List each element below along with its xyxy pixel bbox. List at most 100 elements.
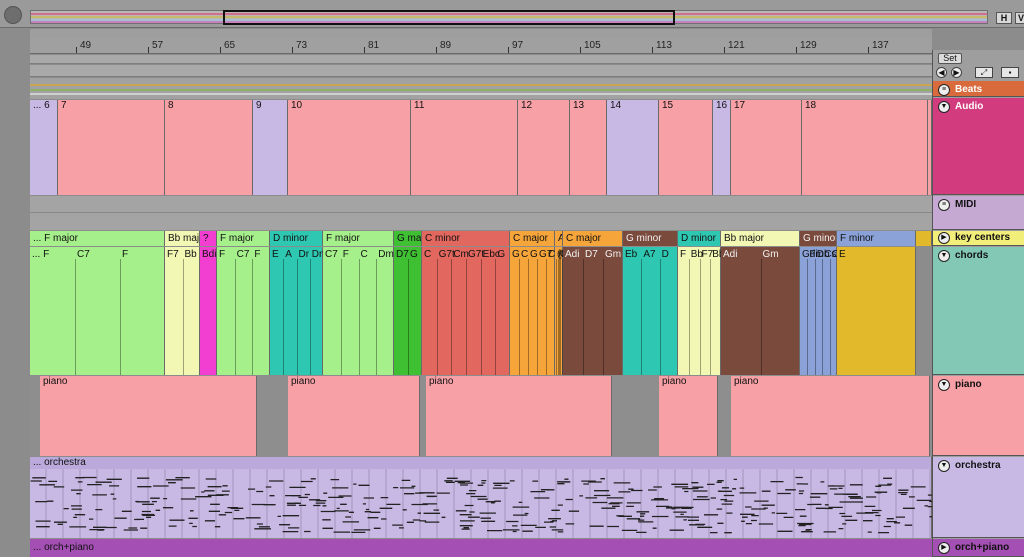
key-center-clip[interactable]: F minor <box>837 231 916 246</box>
ruler-tick <box>580 47 581 53</box>
key-center-clip[interactable]: ? <box>200 231 217 246</box>
chord-clip[interactable]: E A Dr Dm <box>270 247 327 375</box>
track-header-key-centers[interactable]: ▶ key centers <box>933 231 1024 246</box>
chord-divider <box>699 259 701 375</box>
audio-clip[interactable]: 15 <box>659 100 713 195</box>
audio-clip[interactable]: 10 <box>288 100 411 195</box>
audio-clip[interactable]: ... 6 <box>30 100 58 195</box>
v-toggle-button[interactable]: V <box>1015 12 1024 24</box>
key-center-clip[interactable]: F major <box>323 231 394 246</box>
clip-label: piano <box>43 376 68 387</box>
bar-ruler[interactable]: 49 57 65 73 81 89 97 105 113 121 129 137 <box>30 38 932 54</box>
key-center-clip[interactable]: D minor <box>270 231 323 246</box>
chord-clip[interactable]: D7 G <box>394 247 422 375</box>
clip-label: Bb major <box>724 233 765 244</box>
piano-clip[interactable]: piano <box>659 376 718 456</box>
chord-clip[interactable]: C G7t Cm G7t Ebc G <box>422 247 510 375</box>
audio-clip[interactable]: 11 <box>411 100 518 195</box>
group-icon[interactable]: ≡ <box>938 84 950 96</box>
clip-label: Bb major <box>168 233 199 244</box>
key-center-clip[interactable]: A <box>555 231 563 246</box>
key-center-clip[interactable]: D minor <box>678 231 721 246</box>
lock-icon[interactable]: ▪ <box>1001 67 1019 78</box>
audio-clip[interactable]: 12 <box>518 100 570 195</box>
chord-clip[interactable]: Eb A7 D <box>623 247 678 375</box>
track-header-beats[interactable]: ≡ Beats <box>933 81 1024 97</box>
arrow-left-icon[interactable]: ◀ <box>936 67 947 78</box>
clip-label: G maj <box>397 233 421 244</box>
key-center-clip[interactable]: Bb major <box>165 231 200 246</box>
arrow-right-icon[interactable]: ▶ <box>951 67 962 78</box>
chord-clip[interactable]: Gdi Fm Db Csu C <box>800 247 842 375</box>
chord-name: G <box>410 249 418 260</box>
audio-clip[interactable]: 18 <box>802 100 928 195</box>
fold-icon[interactable]: ⤢ <box>975 67 993 78</box>
chord-name: Bdi <box>202 249 217 260</box>
key-center-clip[interactable]: C major <box>510 231 555 246</box>
piano-clip[interactable]: piano <box>288 376 420 456</box>
audio-lane[interactable]: ... 6 7 8 9 10 11 12 13 14 15 16 17 18 1 <box>30 100 932 195</box>
chord-clip[interactable]: F Bb F7 Bb <box>678 247 724 375</box>
key-center-clip[interactable]: ... F major <box>30 231 165 246</box>
fold-arrow-icon[interactable]: ▼ <box>938 460 950 472</box>
overview-view-rectangle[interactable] <box>223 10 675 25</box>
chord-clip[interactable]: C7 F C Dm <box>323 247 394 375</box>
beats-lane[interactable] <box>30 78 932 99</box>
chord-clip[interactable]: ... F C7 F <box>30 247 165 375</box>
key-center-clip[interactable]: F major <box>217 231 270 246</box>
fold-arrow-icon[interactable]: ▼ <box>938 101 950 113</box>
track-header-orchestra[interactable]: ▼ orchestra <box>933 457 1024 538</box>
fold-arrow-icon[interactable]: ▶ <box>938 232 950 244</box>
track-header-chords[interactable]: ▼ chords <box>933 247 1024 375</box>
clip-label: G minor <box>626 233 662 244</box>
chord-clip[interactable]: Bdi <box>200 247 217 375</box>
orchestra-clip[interactable]: ... orchestra <box>30 457 932 538</box>
track-header-orch-piano[interactable]: ▶ orch+piano <box>933 539 1024 557</box>
key-center-clip[interactable]: C minor <box>422 231 510 246</box>
key-center-clip[interactable]: G maj <box>394 231 422 246</box>
track-header-piano[interactable]: ▼ piano <box>933 376 1024 456</box>
track-header-midi[interactable]: ≡ MIDI <box>933 196 1024 230</box>
group-icon[interactable]: ≡ <box>938 199 950 211</box>
key-center-clip[interactable]: Bb major <box>721 231 800 246</box>
audio-clip[interactable]: 14 <box>607 100 659 195</box>
ruler-tick <box>652 47 653 53</box>
fold-arrow-icon[interactable]: ▼ <box>938 250 950 262</box>
key-center-clip[interactable]: G minor <box>623 231 678 246</box>
audio-clip[interactable]: 8 <box>165 100 253 195</box>
audio-clip[interactable]: 17 <box>731 100 802 195</box>
set-button[interactable]: Set <box>938 53 962 64</box>
audio-clip[interactable]: 13 <box>570 100 607 195</box>
bar-number: 137 <box>872 40 889 51</box>
chord-divider <box>75 259 76 375</box>
orchestra-lane[interactable]: ... orchestra <box>30 457 932 538</box>
chord-clip[interactable]: F7 Bb <box>165 247 200 375</box>
orch-piano-lane[interactable]: ... orch+piano <box>30 539 932 557</box>
fold-arrow-icon[interactable]: ▼ <box>938 379 950 391</box>
ruler-tick <box>868 47 869 53</box>
chord-clip[interactable]: E <box>837 247 916 375</box>
piano-clip[interactable]: piano <box>426 376 612 456</box>
audio-clip[interactable]: 9 <box>253 100 288 195</box>
midi-lane[interactable] <box>30 196 932 230</box>
chord-name: Gm <box>762 249 779 260</box>
key-center-clip[interactable] <box>916 231 932 246</box>
piano-clip[interactable]: piano <box>731 376 930 456</box>
chord-clip[interactable]: G C G G7 C <box>510 247 555 375</box>
chord-clip[interactable]: F C7 F <box>217 247 270 375</box>
fold-arrow-icon[interactable]: ▶ <box>938 542 950 554</box>
audio-clip[interactable]: 16 <box>713 100 731 195</box>
key-center-clip[interactable]: G minor <box>800 231 837 246</box>
audio-clip[interactable]: 7 <box>58 100 165 195</box>
chord-divider <box>814 259 816 375</box>
h-toggle-button[interactable]: H <box>996 12 1012 24</box>
key-center-clip[interactable]: C major <box>563 231 623 246</box>
chords-lane[interactable]: ... F C7 F F7 Bb Bdi F C7 F E A Dr Dm C7 F C Dm D7 G C G7t Cm… <box>30 247 932 375</box>
chord-clip[interactable]: Adi Gm <box>721 247 800 375</box>
key-centers-lane[interactable]: ... F major Bb major? F major D minor F majo… <box>30 231 932 246</box>
track-header-audio[interactable]: ▼ Audio <box>933 98 1024 195</box>
chord-clip[interactable]: ((CGG7C <box>555 247 576 375</box>
piano-clip[interactable]: piano <box>40 376 257 456</box>
chord-clip[interactable]: Adi D7 Gm <box>563 247 623 375</box>
piano-lane[interactable]: piano piano piano piano piano <box>30 376 932 456</box>
